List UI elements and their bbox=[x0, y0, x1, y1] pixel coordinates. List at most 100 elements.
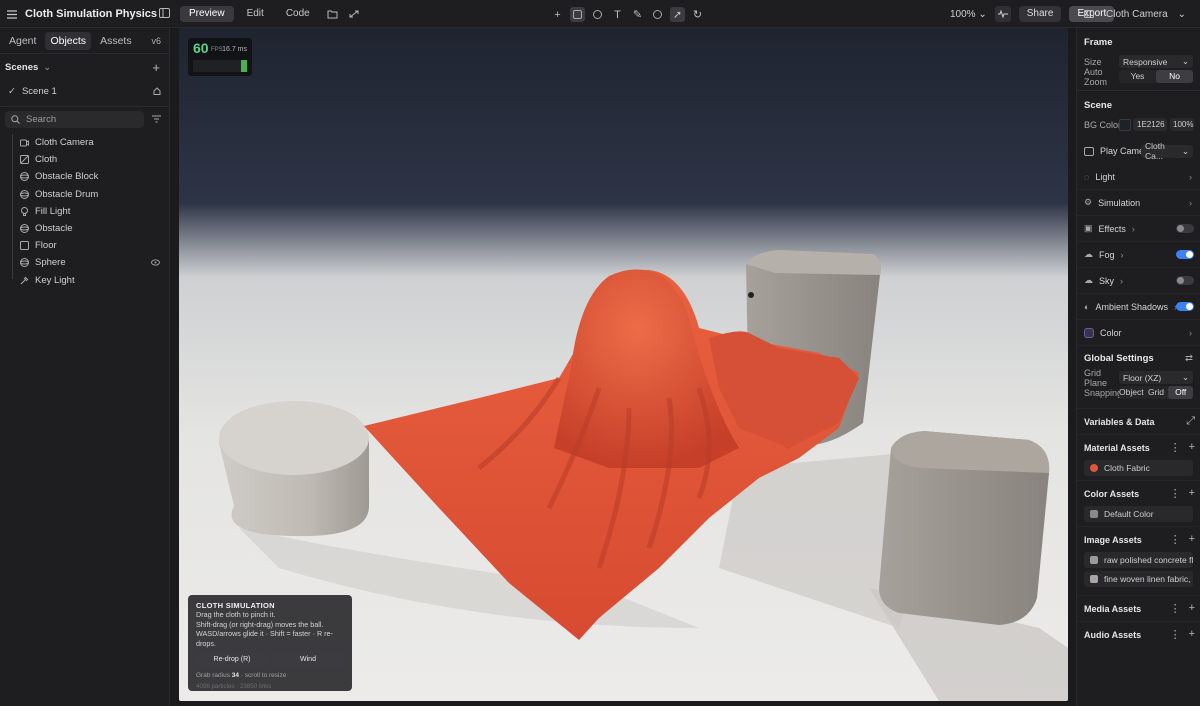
panel-toggle-icon[interactable] bbox=[159, 8, 170, 18]
tree-item-sphere[interactable]: Sphere bbox=[12, 254, 169, 271]
tab-assets[interactable]: Assets bbox=[95, 32, 137, 50]
snap-off[interactable]: Off bbox=[1168, 386, 1194, 399]
play-camera-select[interactable]: Cloth Ca... ⌄ bbox=[1141, 141, 1193, 161]
eye-icon[interactable] bbox=[151, 259, 160, 267]
home-icon[interactable] bbox=[153, 87, 161, 95]
camera-select[interactable]: Cloth Camera ⌄ bbox=[1100, 6, 1192, 22]
fog-toggle[interactable] bbox=[1176, 250, 1194, 259]
effects-row[interactable]: ▣ Effects › bbox=[1077, 216, 1200, 242]
light-label: Light bbox=[1095, 171, 1115, 182]
tree-item-obstacle-block[interactable]: Obstacle Block bbox=[12, 168, 169, 185]
effects-icon: ▣ bbox=[1084, 223, 1093, 233]
rotate-tool-icon[interactable]: ↻ bbox=[690, 7, 705, 22]
menu-icon[interactable] bbox=[7, 9, 17, 19]
color-assets-title: Color Assets bbox=[1084, 488, 1140, 499]
scenes-header[interactable]: Scenes ⌄ + bbox=[0, 54, 169, 80]
3d-viewport[interactable]: 60 FPS 16.7 ms CLOTH SIMULATION Drag the… bbox=[179, 28, 1068, 701]
snap-object[interactable]: Object bbox=[1119, 386, 1144, 399]
chevron-down-icon: ⌄ bbox=[1177, 8, 1186, 20]
sphere-icon bbox=[20, 172, 29, 182]
tree-item-fill-light[interactable]: Fill Light bbox=[12, 203, 169, 220]
activity-icon[interactable] bbox=[994, 6, 1011, 22]
color-row[interactable]: Color › bbox=[1077, 320, 1200, 346]
tab-edit[interactable]: Edit bbox=[238, 6, 273, 22]
autozoom-no[interactable]: No bbox=[1156, 70, 1193, 83]
tab-agent[interactable]: Agent bbox=[4, 32, 41, 50]
bg-color-hex[interactable]: 1E2126 bbox=[1133, 118, 1167, 131]
tree-item-obstacle-drum[interactable]: Obstacle Drum bbox=[12, 186, 169, 203]
effects-toggle[interactable] bbox=[1176, 224, 1194, 233]
tree-item-key-light[interactable]: Key Light bbox=[12, 272, 169, 289]
tree-item-label: Fill Light bbox=[35, 205, 71, 217]
material-assets-title: Material Assets bbox=[1084, 442, 1150, 453]
grid-plane-select[interactable]: Floor (XZ) ⌄ bbox=[1119, 371, 1193, 384]
add-icon[interactable]: + bbox=[550, 7, 565, 22]
expand-icon[interactable] bbox=[347, 8, 361, 20]
effects-label: Effects bbox=[1098, 223, 1126, 234]
size-select[interactable]: Responsive ⌄ bbox=[1119, 55, 1193, 68]
add-icon[interactable]: + bbox=[1189, 628, 1195, 641]
tree-item-floor[interactable]: Floor bbox=[12, 237, 169, 254]
tab-objects[interactable]: Objects bbox=[45, 31, 92, 50]
bg-color-swatch[interactable] bbox=[1119, 118, 1131, 131]
bg-opacity[interactable]: 100% bbox=[1170, 118, 1194, 131]
wind-button[interactable]: Wind bbox=[272, 653, 344, 667]
sliders-icon[interactable]: ⇄ bbox=[1185, 353, 1193, 364]
ambient-shadows-label: Ambient Shadows bbox=[1095, 301, 1168, 312]
chevron-right-icon: › bbox=[1189, 327, 1192, 338]
camera-icon bbox=[1084, 146, 1094, 156]
tab-preview[interactable]: Preview bbox=[180, 6, 234, 22]
asset-label: raw polished concrete fl... bbox=[1104, 555, 1193, 565]
autozoom-toggle: Yes No bbox=[1119, 70, 1193, 83]
sky-row[interactable]: ☁ Sky › bbox=[1077, 268, 1200, 294]
more-icon[interactable]: ⋮ bbox=[1170, 628, 1181, 641]
zoom-select[interactable]: 100% ⌄ bbox=[950, 9, 987, 20]
ambient-shadows-row[interactable]: ◐ Ambient Shadows › bbox=[1077, 294, 1200, 320]
more-icon[interactable]: ⋮ bbox=[1170, 533, 1181, 546]
tree-item-label: Cloth Camera bbox=[35, 137, 94, 149]
size-label: Size bbox=[1084, 56, 1102, 67]
light-row[interactable]: ◌ Light › bbox=[1077, 164, 1200, 190]
folder-icon[interactable] bbox=[323, 8, 343, 20]
camera-icon bbox=[1084, 10, 1094, 18]
more-icon[interactable]: ⋮ bbox=[1170, 602, 1181, 615]
expand-icon[interactable]: ⤢ bbox=[1186, 415, 1195, 428]
redrop-button[interactable]: Re-drop (R) bbox=[196, 653, 268, 667]
search-input[interactable]: Search bbox=[5, 111, 144, 128]
shape-tool-icon[interactable] bbox=[590, 7, 605, 22]
ambient-shadows-toggle[interactable] bbox=[1176, 302, 1194, 311]
pointer-tool-icon[interactable]: ➚ bbox=[670, 7, 685, 22]
snap-grid[interactable]: Grid bbox=[1144, 386, 1169, 399]
autozoom-yes[interactable]: Yes bbox=[1119, 70, 1156, 83]
add-icon[interactable]: + bbox=[1189, 441, 1195, 454]
asset-item[interactable]: Cloth Fabric bbox=[1084, 460, 1193, 476]
more-icon[interactable]: ⋮ bbox=[1170, 441, 1181, 454]
text-tool-icon[interactable]: T bbox=[610, 7, 625, 22]
sky-toggle[interactable] bbox=[1176, 276, 1194, 285]
tree-item-obstacle[interactable]: Obstacle bbox=[12, 220, 169, 237]
grab-radius: Grab radius 34 · scroll to resize bbox=[196, 672, 344, 679]
tree-item-cloth[interactable]: Cloth bbox=[12, 151, 169, 168]
size-value: Responsive bbox=[1123, 56, 1168, 67]
simulation-row[interactable]: ⚙ Simulation › bbox=[1077, 190, 1200, 216]
asset-item[interactable]: fine woven linen fabric, ... bbox=[1084, 571, 1193, 587]
image-assets-title: Image Assets bbox=[1084, 534, 1142, 545]
add-scene-icon[interactable]: + bbox=[152, 60, 160, 75]
asset-item[interactable]: raw polished concrete fl... bbox=[1084, 552, 1193, 568]
asset-item[interactable]: Default Color bbox=[1084, 506, 1193, 522]
tab-code[interactable]: Code bbox=[277, 6, 319, 22]
comment-tool-icon[interactable] bbox=[650, 7, 665, 22]
frame-tool-icon[interactable] bbox=[570, 7, 585, 22]
pen-tool-icon[interactable]: ✎ bbox=[630, 7, 645, 22]
add-icon[interactable]: + bbox=[1189, 533, 1195, 546]
fog-row[interactable]: ☁ Fog › bbox=[1077, 242, 1200, 268]
snapping-toggle: Object Grid Off bbox=[1119, 386, 1194, 399]
add-icon[interactable]: + bbox=[1189, 602, 1195, 615]
add-icon[interactable]: + bbox=[1189, 487, 1195, 500]
filter-icon[interactable] bbox=[152, 115, 161, 123]
scene-item[interactable]: ✓ Scene 1 bbox=[0, 80, 169, 102]
share-button[interactable]: Share bbox=[1018, 6, 1062, 22]
more-icon[interactable]: ⋮ bbox=[1170, 487, 1181, 500]
tree-item-cloth-camera[interactable]: Cloth Camera bbox=[12, 134, 169, 151]
variables-header[interactable]: Variables & Data ⤢ bbox=[1077, 408, 1200, 434]
